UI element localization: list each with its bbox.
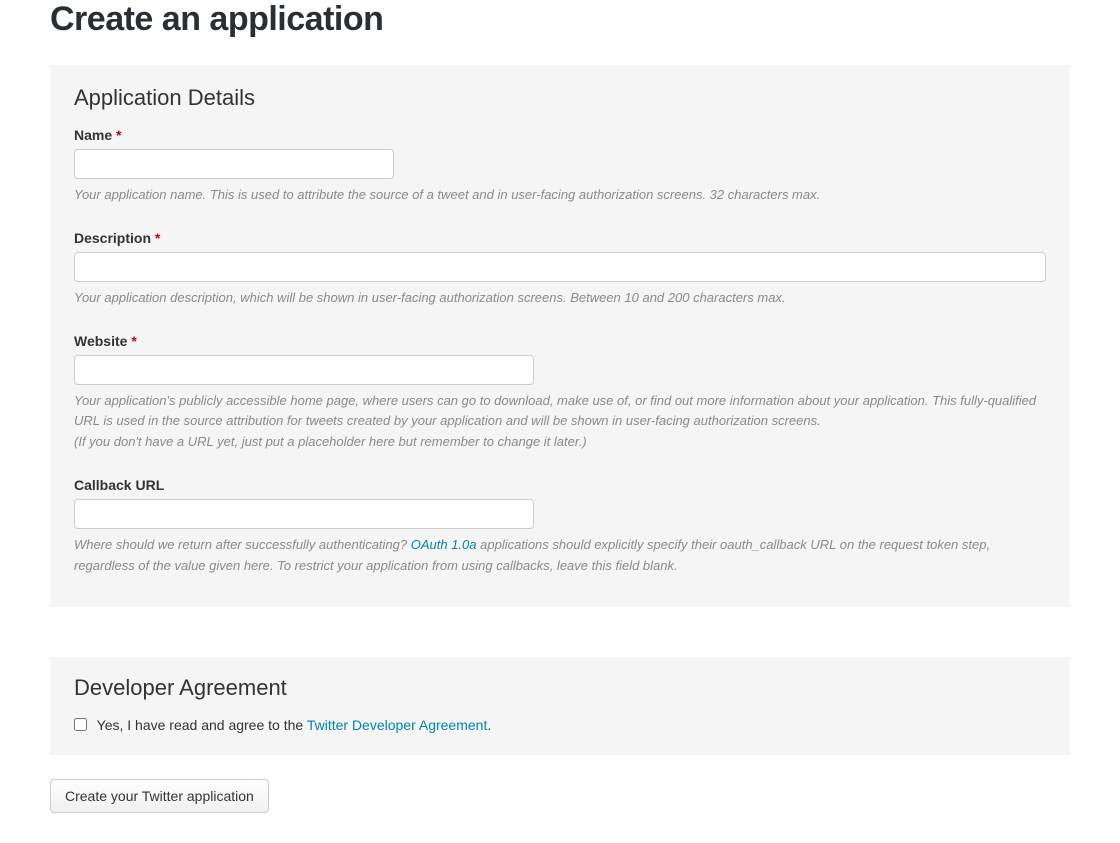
name-help: Your application name. This is used to a…	[74, 185, 1046, 206]
application-details-heading: Application Details	[74, 85, 1046, 111]
oauth-link[interactable]: OAuth 1.0a	[411, 537, 477, 552]
callback-input[interactable]	[74, 499, 534, 529]
page-title: Create an application	[50, 0, 1070, 39]
description-label: Description *	[74, 230, 1046, 246]
agreement-row: Yes, I have read and agree to the Twitte…	[74, 717, 1046, 733]
description-group: Description * Your application descripti…	[74, 230, 1046, 309]
name-group: Name * Your application name. This is us…	[74, 127, 1046, 206]
agreement-checkbox[interactable]	[74, 718, 87, 731]
developer-agreement-panel: Developer Agreement Yes, I have read and…	[50, 657, 1070, 755]
callback-help: Where should we return after successfull…	[74, 535, 1046, 577]
name-label: Name *	[74, 127, 1046, 143]
website-label: Website *	[74, 333, 1046, 349]
callback-group: Callback URL Where should we return afte…	[74, 477, 1046, 577]
developer-agreement-link[interactable]: Twitter Developer Agreement	[307, 717, 488, 733]
description-help: Your application description, which will…	[74, 288, 1046, 309]
website-help: Your application's publicly accessible h…	[74, 391, 1046, 453]
description-input[interactable]	[74, 252, 1046, 282]
callback-label: Callback URL	[74, 477, 1046, 493]
website-input[interactable]	[74, 355, 534, 385]
create-application-button[interactable]: Create your Twitter application	[50, 779, 269, 813]
application-details-panel: Application Details Name * Your applicat…	[50, 65, 1070, 607]
name-input[interactable]	[74, 149, 394, 179]
website-group: Website * Your application's publicly ac…	[74, 333, 1046, 453]
developer-agreement-heading: Developer Agreement	[74, 675, 1046, 701]
